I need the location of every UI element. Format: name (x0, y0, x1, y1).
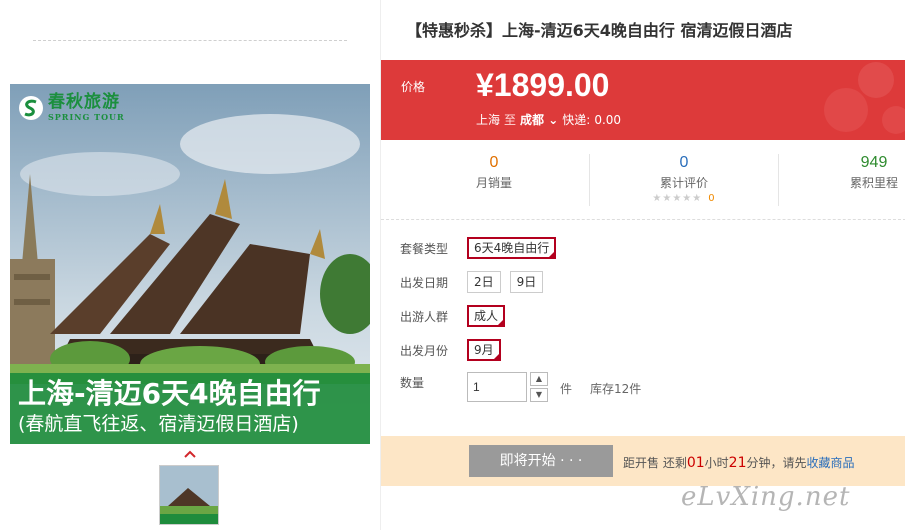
rating-stars: ★★★★★ 0 (599, 193, 769, 204)
main-product-image[interactable]: 春秋旅游 SPRING TOUR 上海-清迈6天4晚自由行 (春航直飞往返、宿清… (10, 84, 370, 444)
flash-sale-bar: 即将开始 · · · 距开售 还剩01小时21分钟，请先收藏商品 (381, 436, 905, 486)
countdown-text: 距开售 还剩01小时21分钟，请先收藏商品 (623, 454, 855, 471)
hours-unit: 小时 (704, 456, 729, 470)
route-to-word: 至 (504, 113, 517, 127)
thumbnail-image[interactable] (159, 465, 219, 525)
monthly-sales-value: 0 (489, 154, 499, 171)
destination-select[interactable]: 成都 ⌄ (520, 111, 558, 128)
quantity-stepper: ▲ ▼ (530, 372, 548, 404)
countdown-minutes: 21 (728, 455, 747, 471)
product-gallery: 春秋旅游 SPRING TOUR 上海-清迈6天4晚自由行 (春航直飞往返、宿清… (0, 0, 380, 530)
decrement-icon[interactable]: ▼ (530, 388, 548, 402)
quantity-label: 数量 (400, 376, 425, 390)
banner-title: 上海-清迈6天4晚自由行 (18, 377, 321, 410)
package-option-row: 套餐类型 6天4晚自由行 (400, 237, 565, 259)
month-option-selected[interactable]: 9月 (467, 339, 501, 361)
thumbnail-illustration (160, 466, 218, 524)
stock-text: 库存12件 (590, 382, 642, 396)
increment-icon[interactable]: ▲ (530, 372, 548, 386)
package-label: 套餐类型 (400, 241, 449, 256)
minutes-unit: 分钟，请先 (746, 456, 807, 470)
product-title: 【特惠秒杀】上海-清迈6天4晚自由行 宿清迈假日酒店 (406, 21, 793, 40)
group-option-selected[interactable]: 成人 (467, 305, 506, 327)
coming-soon-button[interactable]: 即将开始 · · · (469, 445, 613, 477)
image-banner: 上海-清迈6天4晚自由行 (春航直飞往返、宿清迈假日酒店) (10, 373, 370, 444)
stat-divider (778, 154, 779, 206)
route-city: 成都 (520, 113, 545, 127)
shipping-route: 上海 至 成都 ⌄ 快递: 0.00 (476, 111, 621, 128)
express-label: 快递: (562, 113, 591, 127)
countdown-prefix: 距开售 还剩 (623, 456, 687, 470)
logo-english-text: SPRING TOUR (48, 112, 125, 122)
price-value: ¥1899.00 (476, 67, 610, 103)
banner-subtitle: (春航直飞往返、宿清迈假日酒店) (18, 413, 299, 435)
date-option-row: 出发日期 2日 9日 (400, 271, 552, 293)
lantern-decoration (824, 62, 905, 134)
package-option-selected[interactable]: 6天4晚自由行 (467, 237, 557, 259)
points-label: 累积里程 (849, 176, 898, 190)
route-from: 上海 (476, 113, 501, 127)
group-option-row: 出游人群 成人 (400, 305, 514, 327)
chevron-up-icon[interactable] (184, 449, 196, 459)
reviews-label: 累计评价 (659, 176, 708, 190)
divider (33, 40, 347, 41)
product-stats: 0 月销量 0 累计评价 ★★★★★ 0 949 累积里程 (381, 140, 905, 220)
price-label: 价格 (401, 80, 426, 94)
monthly-sales-stat: 0 月销量 (409, 154, 579, 191)
month-label: 出发月份 (400, 343, 449, 358)
price-box: 价格 ¥1899.00 上海 至 成都 ⌄ 快递: 0.00 (381, 60, 905, 140)
spring-tour-logo: 春秋旅游 SPRING TOUR (18, 94, 125, 121)
quantity-row: 数量 ▲ ▼ 件 库存12件 (400, 372, 641, 404)
chevron-down-icon: ⌄ (548, 113, 559, 127)
points-value: 949 (860, 154, 888, 171)
date-option[interactable]: 2日 (467, 271, 501, 293)
product-info-panel: 【特惠秒杀】上海-清迈6天4晚自由行 宿清迈假日酒店 价格 ¥1899.00 上… (380, 0, 905, 530)
express-value: 0.00 (594, 112, 622, 127)
favorite-link[interactable]: 收藏商品 (807, 456, 855, 470)
logo-chinese-text: 春秋旅游 (48, 92, 120, 112)
quantity-unit: 件 (560, 382, 573, 396)
monthly-sales-label: 月销量 (475, 176, 512, 190)
group-label: 出游人群 (400, 309, 449, 324)
watermark: eLvXing.net (681, 482, 851, 512)
date-label: 出发日期 (400, 275, 449, 290)
points-stat: 949 累积里程 (789, 154, 905, 191)
review-count: 0 (708, 193, 716, 204)
quantity-input[interactable] (467, 372, 527, 402)
date-option[interactable]: 9日 (509, 271, 544, 293)
spring-logo-icon (19, 95, 43, 120)
reviews-stat[interactable]: 0 累计评价 ★★★★★ 0 (599, 154, 769, 204)
star-icons: ★★★★★ (652, 193, 703, 204)
countdown-hours: 01 (686, 455, 705, 471)
reviews-value: 0 (679, 154, 689, 171)
stat-divider (589, 154, 590, 206)
month-option-row: 出发月份 9月 (400, 339, 510, 361)
